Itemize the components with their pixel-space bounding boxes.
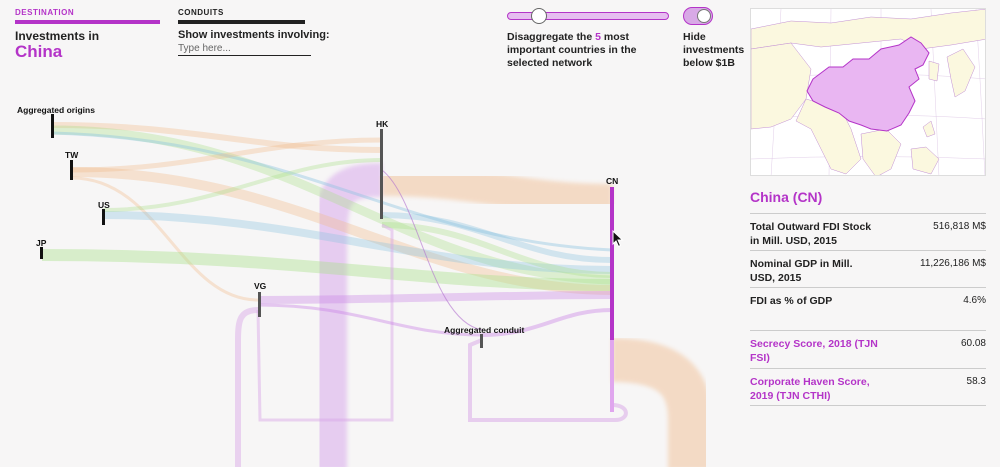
flow-cn-loop-purple[interactable] [468,338,628,422]
mouse-cursor-icon [612,230,624,248]
stat-value: 4.6% [963,295,986,306]
disaggregate-description: Disaggregate the 5 most important countr… [507,31,667,70]
tab-destination[interactable]: Destination [15,8,160,24]
tab-destination-underline [15,20,160,24]
node-cn-outflow[interactable] [610,340,614,412]
node-tw[interactable] [70,160,73,180]
stat-label: FDI as % of GDP [750,295,833,307]
tab-conduits-label: Conduits [178,8,224,17]
node-cn[interactable] [610,187,614,340]
hide-small-investments-toggle[interactable] [683,7,713,25]
node-us[interactable] [102,209,105,225]
stat-row-haven-score[interactable]: Corporate Haven Score, 2019 (TJN CTHI) 5… [750,368,986,406]
node-label-jp: JP [36,238,47,248]
stat-row-outward-fdi: Total Outward FDI Stock in Mill. USD, 20… [750,213,986,250]
tab-conduits-underline [178,20,305,24]
node-label-aggregated-conduit: Aggregated conduit [444,325,524,335]
tab-conduits[interactable]: Conduits [178,8,305,24]
stat-row-secrecy-score[interactable]: Secrecy Score, 2018 (TJN FSI) 60.08 [750,330,986,368]
stat-row-fdi-pct: FDI as % of GDP 4.6% [750,287,986,321]
stat-value: 60.08 [960,338,986,349]
disaggregate-slider-thumb[interactable] [531,8,547,24]
flow-hk-cn[interactable] [381,164,613,216]
destination-heading: Investments in [15,29,100,43]
node-label-us: US [98,200,110,210]
stat-label: Corporate Haven Score, 2019 (TJN CTHI) [750,376,870,402]
hide-small-investments-label: Hide investments below $1B [683,31,745,69]
flow-vg-cn[interactable] [257,291,613,304]
stat-row-gdp: Nominal GDP in Mill. USD, 2015 11,226,18… [750,250,986,287]
destination-map[interactable] [750,8,986,176]
disaggregate-text-before: Disaggregate the [507,31,596,43]
toggle-knob [697,9,711,23]
node-label-tw: TW [65,150,79,160]
node-aggregated-conduit[interactable] [480,334,483,348]
stat-label: Secrecy Score, 2018 (TJN FSI) [750,338,878,364]
node-aggregated-origins[interactable] [51,114,54,138]
destination-country-name[interactable]: China [15,42,62,62]
node-jp[interactable] [40,247,43,259]
stat-value: 11,226,186 M$ [920,258,986,269]
sankey-diagram[interactable]: Aggregated origins TW US JP HK VG CN Agg… [0,95,740,467]
country-title: China (CN) [750,189,823,205]
conduits-heading: Show investments involving: [178,29,330,41]
node-vg[interactable] [258,292,261,317]
stat-label: Total Outward FDI Stock in Mill. USD, 20… [750,221,872,247]
node-label-cn: CN [606,176,618,186]
node-label-aggregated-origins: Aggregated origins [17,105,95,115]
stat-value: 516,818 M$ [933,221,986,232]
stat-label: Nominal GDP in Mill. USD, 2015 [750,258,853,284]
flow-vg-loop[interactable] [235,307,259,467]
stat-value: 58.3 [966,376,986,387]
country-stats-table: Total Outward FDI Stock in Mill. USD, 20… [750,213,986,406]
node-label-hk: HK [376,119,389,129]
node-label-vg: VG [254,281,267,291]
sankey-flows [41,122,712,467]
conduit-search-input[interactable] [178,42,311,56]
tab-destination-label: Destination [15,8,75,17]
node-hk[interactable] [380,129,383,219]
flow-cn-loop[interactable] [611,338,712,467]
